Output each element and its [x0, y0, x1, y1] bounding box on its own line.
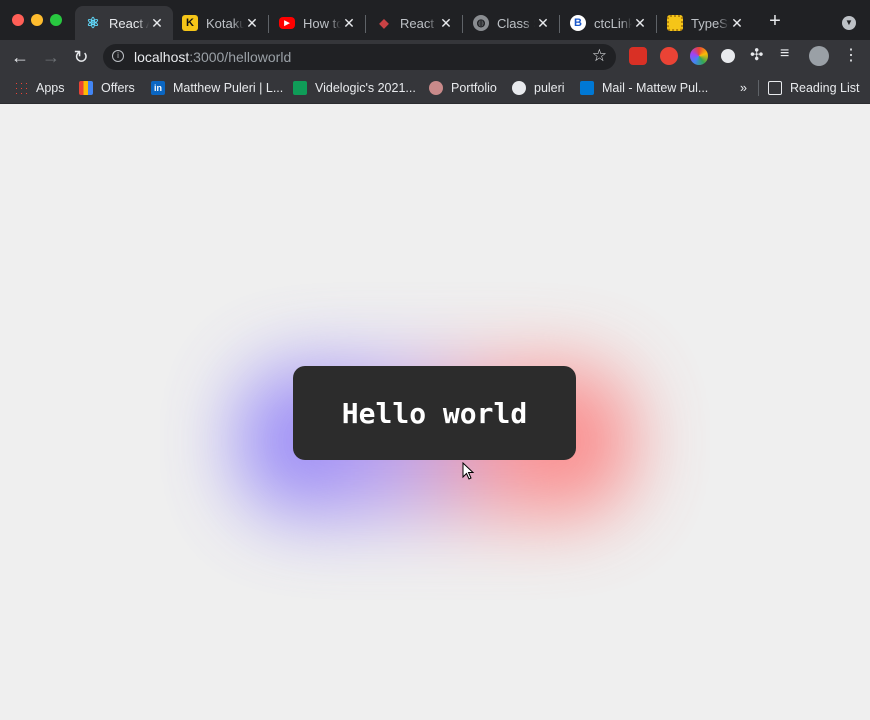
typescript-icon [667, 15, 683, 31]
maximize-window-button[interactable] [50, 14, 62, 26]
browser-menu-icon[interactable]: ⋮ [843, 45, 859, 65]
bookmark-label: Apps [36, 81, 65, 95]
react-router-icon: ◆ [379, 16, 389, 30]
bookmark-apps[interactable]: Apps [14, 79, 65, 97]
bookmark-github[interactable]: puleri [512, 79, 565, 97]
url-host: localhost [134, 49, 190, 65]
kotaku-icon: K [182, 15, 198, 31]
globe-icon: ◍ [473, 15, 489, 31]
close-window-button[interactable] [12, 14, 24, 26]
reading-list-label: Reading List [790, 81, 860, 95]
extension-red-icon[interactable] [629, 47, 647, 65]
portfolio-icon [429, 81, 443, 95]
bookmark-label: Portfolio [451, 81, 497, 95]
tab-typescript[interactable]: TypeScript ✕ [657, 6, 753, 40]
youtube-icon: ▶ [279, 17, 295, 29]
close-tab-icon[interactable]: ✕ [729, 15, 745, 32]
extension-shield-icon[interactable] [660, 47, 678, 65]
bookmarks-overflow-button[interactable]: » [740, 79, 747, 97]
tab-title: React App [109, 15, 149, 31]
browser-chrome: ⚛ React App ✕ K Kotaku ✕ ▶ How to ✕ ◆ Re… [0, 0, 870, 104]
tab-title: ctcLink [594, 15, 632, 31]
offers-icon [79, 81, 93, 95]
page-viewport: Hello world [0, 104, 870, 720]
tab-title: TypeScript [691, 15, 729, 31]
tab-title: Class Search [497, 15, 535, 31]
new-tab-button[interactable]: + [765, 11, 785, 31]
media-queue-icon[interactable]: ≡ [780, 45, 789, 63]
hello-world-card: Hello world [293, 366, 576, 460]
react-icon: ⚛ [86, 15, 100, 32]
tab-strip: ⚛ React App ✕ K Kotaku ✕ ▶ How to ✕ ◆ Re… [0, 0, 870, 40]
github-icon [512, 81, 526, 95]
address-bar[interactable]: i localhost:3000/helloworld ☆ [103, 44, 616, 70]
bookmarks-divider [758, 80, 759, 96]
close-tab-icon[interactable]: ✕ [632, 15, 648, 32]
bookmark-videlogic[interactable]: Videlogic's 2021... [293, 79, 416, 97]
sheets-icon [293, 81, 307, 95]
bookmark-label: Mail - Mattew Pul... [602, 81, 709, 95]
apps-grid-icon [14, 81, 28, 95]
tab-how-to[interactable]: ▶ How to ✕ [269, 6, 365, 40]
reading-list-button[interactable]: Reading List [768, 79, 860, 97]
tab-title: React Router [400, 15, 438, 31]
close-tab-icon[interactable]: ✕ [341, 15, 357, 32]
url-path: :3000/helloworld [189, 49, 292, 65]
extensions-puzzle-icon[interactable]: ✣ [750, 45, 763, 65]
extension-color-wheel-icon[interactable] [690, 47, 708, 65]
bookmark-mail[interactable]: Mail - Mattew Pul... [580, 79, 708, 97]
ctclink-icon: B [570, 15, 586, 31]
bookmarks-bar: Apps Offers in Matthew Puleri | L... Vid… [0, 73, 870, 104]
site-info-icon[interactable]: i [112, 50, 124, 62]
browser-toolbar: ← → ↻ i localhost:3000/helloworld ☆ ✣ ≡ … [0, 40, 870, 73]
minimize-window-button[interactable] [31, 14, 43, 26]
tab-title: How to [303, 15, 341, 31]
url-text: localhost:3000/helloworld [134, 49, 291, 65]
bookmark-offers[interactable]: Offers [79, 79, 135, 97]
reload-button[interactable]: ↻ [69, 45, 93, 69]
close-tab-icon[interactable]: ✕ [438, 15, 454, 32]
tab-kotaku[interactable]: K Kotaku ✕ [172, 6, 268, 40]
bookmark-label: puleri [534, 81, 565, 95]
back-button[interactable]: ← [8, 45, 32, 69]
tab-title: Kotaku [206, 15, 244, 31]
tab-ctclink[interactable]: B ctcLink ✕ [560, 6, 656, 40]
bookmark-label: Videlogic's 2021... [315, 81, 416, 95]
tab-search-chevron-icon[interactable]: ▼ [842, 16, 856, 30]
bookmark-label: Matthew Puleri | L... [173, 81, 284, 95]
profile-avatar[interactable] [809, 46, 829, 66]
close-tab-icon[interactable]: ✕ [535, 15, 551, 32]
tab-react-app[interactable]: ⚛ React App ✕ [75, 6, 173, 40]
overflow-chevron-icon: » [740, 81, 747, 95]
bookmark-linkedin[interactable]: in Matthew Puleri | L... [151, 79, 283, 97]
hello-world-heading: Hello world [341, 396, 528, 430]
tab-react-router[interactable]: ◆ React Router ✕ [366, 6, 462, 40]
outlook-icon [580, 81, 594, 95]
close-tab-icon[interactable]: ✕ [149, 15, 165, 32]
linkedin-icon: in [151, 81, 165, 95]
bookmark-label: Offers [101, 81, 135, 95]
mouse-cursor-icon [462, 462, 475, 480]
close-tab-icon[interactable]: ✕ [244, 15, 260, 32]
tab-class-search[interactable]: ◍ Class Search ✕ [463, 6, 559, 40]
bookmark-portfolio[interactable]: Portfolio [429, 79, 497, 97]
reading-list-icon [768, 81, 782, 95]
forward-button[interactable]: → [39, 45, 63, 69]
bookmark-star-icon[interactable]: ☆ [592, 46, 607, 66]
extension-circle-icon[interactable] [721, 49, 735, 63]
